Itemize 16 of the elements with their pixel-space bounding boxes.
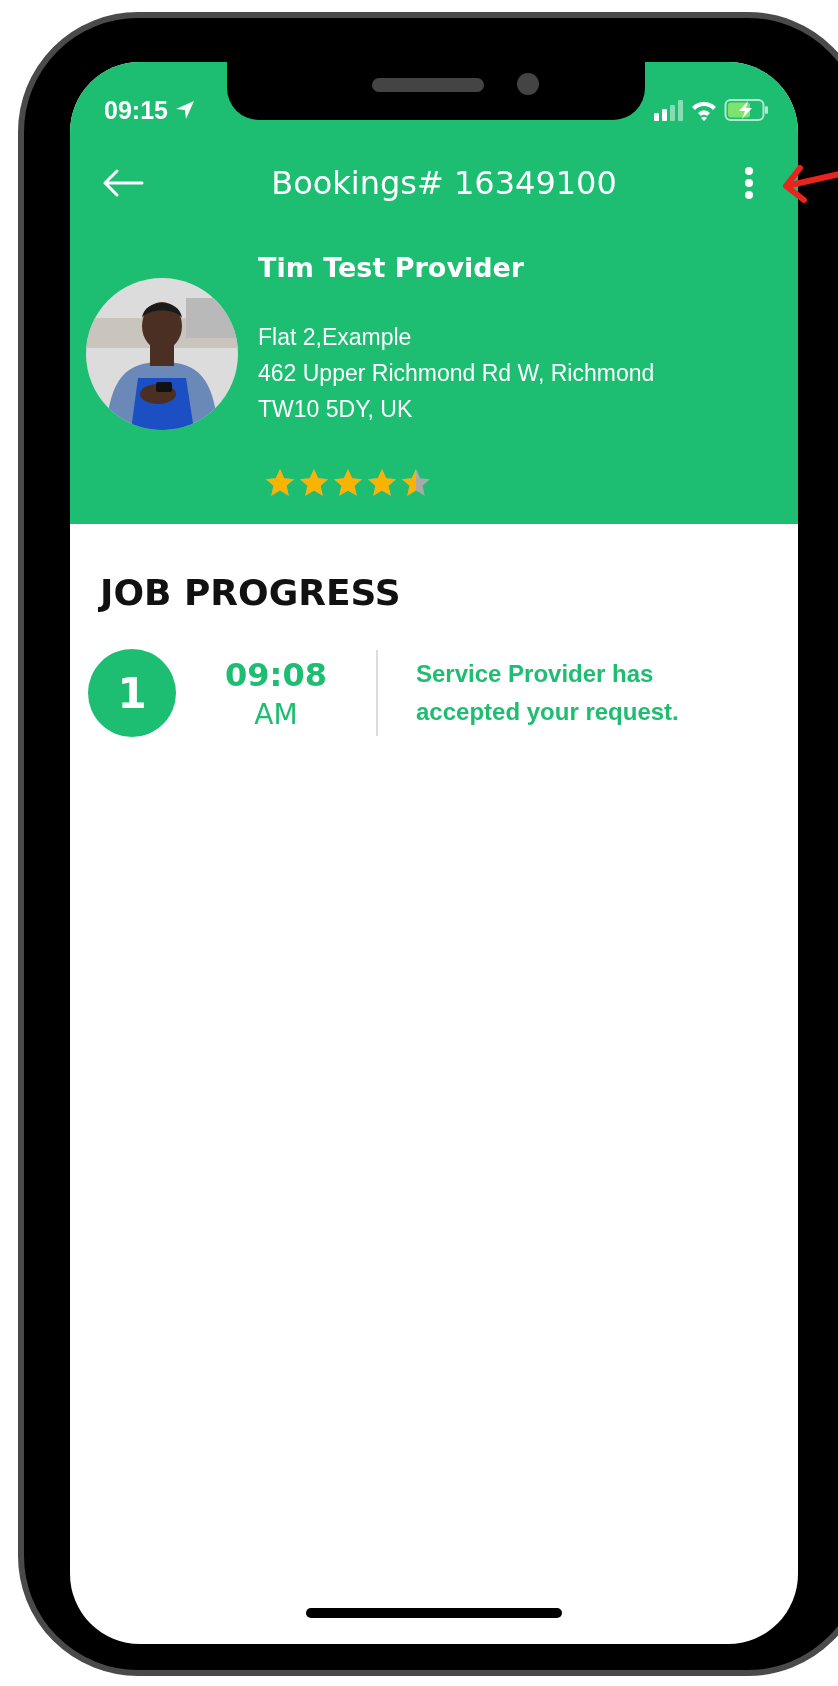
- wifi-icon: [690, 99, 718, 121]
- address-line: Flat 2,Example: [258, 323, 413, 352]
- status-time: 09:15: [104, 95, 168, 125]
- back-arrow-icon: [102, 168, 144, 198]
- step-period: AM: [253, 697, 299, 731]
- provider-name: Tim Test Provider: [258, 252, 526, 283]
- section-title: JOB PROGRESS: [100, 572, 402, 613]
- booking-title: Bookings# 16349100: [271, 164, 617, 202]
- battery-icon: [724, 98, 770, 122]
- address-line: TW10 5DY, UK: [258, 395, 414, 424]
- more-vertical-icon: [744, 166, 754, 200]
- signal-icon: [654, 99, 684, 121]
- step-message: Service Provider has accepted your request.: [416, 659, 680, 727]
- step-time: 09:08: [224, 655, 328, 694]
- step-number: 1: [88, 649, 176, 737]
- address-line: 462 Upper Richmond Rd W, Richmond: [258, 359, 655, 388]
